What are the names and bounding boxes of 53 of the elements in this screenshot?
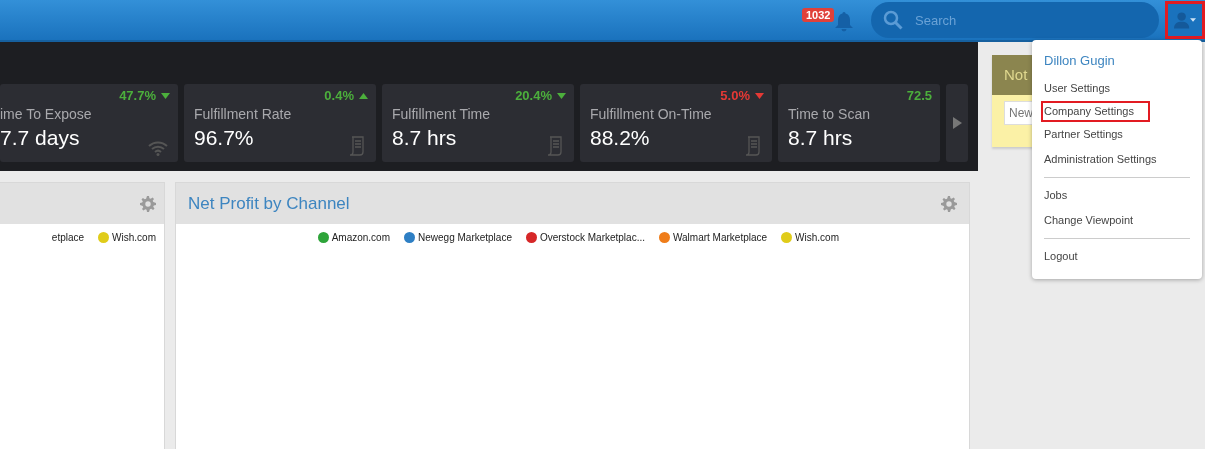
kpi-title: Fulfillment Rate xyxy=(194,106,292,122)
kpi-value: 7.7 days xyxy=(0,126,80,150)
down-triangle-icon xyxy=(755,92,764,99)
menu-item[interactable]: Logout xyxy=(1041,244,1190,269)
receipt-icon xyxy=(348,136,366,156)
menu-item[interactable]: Change Viewpoint xyxy=(1041,208,1190,233)
change-percent: 20.4% xyxy=(515,88,552,103)
kpi-card[interactable]: 47.7% ime To Expose 7.7 days xyxy=(0,84,178,162)
up-triangle-icon xyxy=(359,92,368,99)
menu-item[interactable]: Partner Settings xyxy=(1041,122,1190,147)
receipt-icon xyxy=(744,136,762,156)
change-percent: 5.0% xyxy=(720,88,750,103)
kpi-card[interactable]: 0.4% Fulfillment Rate 96.7% xyxy=(184,84,376,162)
search-input[interactable]: Search xyxy=(913,11,1147,29)
legend-label: Wish.com xyxy=(795,232,839,243)
legend-label: Amazon.com xyxy=(331,232,390,243)
legend-label: Newegg Marketplace xyxy=(418,232,512,243)
menu-item[interactable]: Jobs xyxy=(1041,183,1190,208)
down-triangle-icon xyxy=(557,92,566,99)
legend-label: etplace xyxy=(51,232,85,243)
receipt-icon xyxy=(546,136,564,156)
kpi-title: Fulfillment Time xyxy=(392,106,491,122)
search-field[interactable]: Search xyxy=(871,2,1159,38)
kpi-value: 96.7% xyxy=(194,126,254,150)
down-triangle-icon xyxy=(161,92,170,99)
legend-label: Walmart Marketplace xyxy=(673,232,768,243)
legend-label: Overstock Marketplac... xyxy=(539,232,645,243)
user-menu-button[interactable] xyxy=(1165,1,1205,39)
kpi-card[interactable]: 20.4% Fulfillment Time 8.7 hrs xyxy=(382,84,574,162)
change-percent: 72.5 xyxy=(906,88,932,103)
notification-badge: 1032 xyxy=(802,8,835,22)
bell-icon[interactable] xyxy=(835,12,853,32)
search-icon xyxy=(883,10,903,30)
wifi-icon xyxy=(148,140,168,156)
legend-label: Wish.com xyxy=(112,232,156,243)
right-triangle-icon xyxy=(952,117,962,129)
kpi-value: 88.2% xyxy=(590,126,650,150)
change-percent: 0.4% xyxy=(324,88,354,103)
settings-icon[interactable] xyxy=(941,195,957,212)
kpi-card[interactable]: 72.5 Time to Scan 8.7 hrs xyxy=(778,84,940,162)
user-caret-icon xyxy=(1174,10,1196,30)
next-button[interactable] xyxy=(946,84,968,162)
panel-title: Net Profit by Channel xyxy=(188,193,350,214)
menu-item[interactable]: Company Settings xyxy=(1041,101,1150,122)
kpi-title: Fulfillment On-Time xyxy=(590,106,712,122)
kpi-card[interactable]: 5.0% Fulfillment On-Time 88.2% xyxy=(580,84,772,162)
kpi-value: 8.7 hrs xyxy=(788,126,853,150)
kpi-title: Time to Scan xyxy=(788,106,870,122)
settings-icon[interactable] xyxy=(140,195,156,212)
menu-item[interactable]: Administration Settings xyxy=(1041,147,1190,172)
kpi-title: ime To Expose xyxy=(0,106,92,122)
change-percent: 47.7% xyxy=(119,88,156,103)
kpi-value: 8.7 hrs xyxy=(392,126,457,150)
